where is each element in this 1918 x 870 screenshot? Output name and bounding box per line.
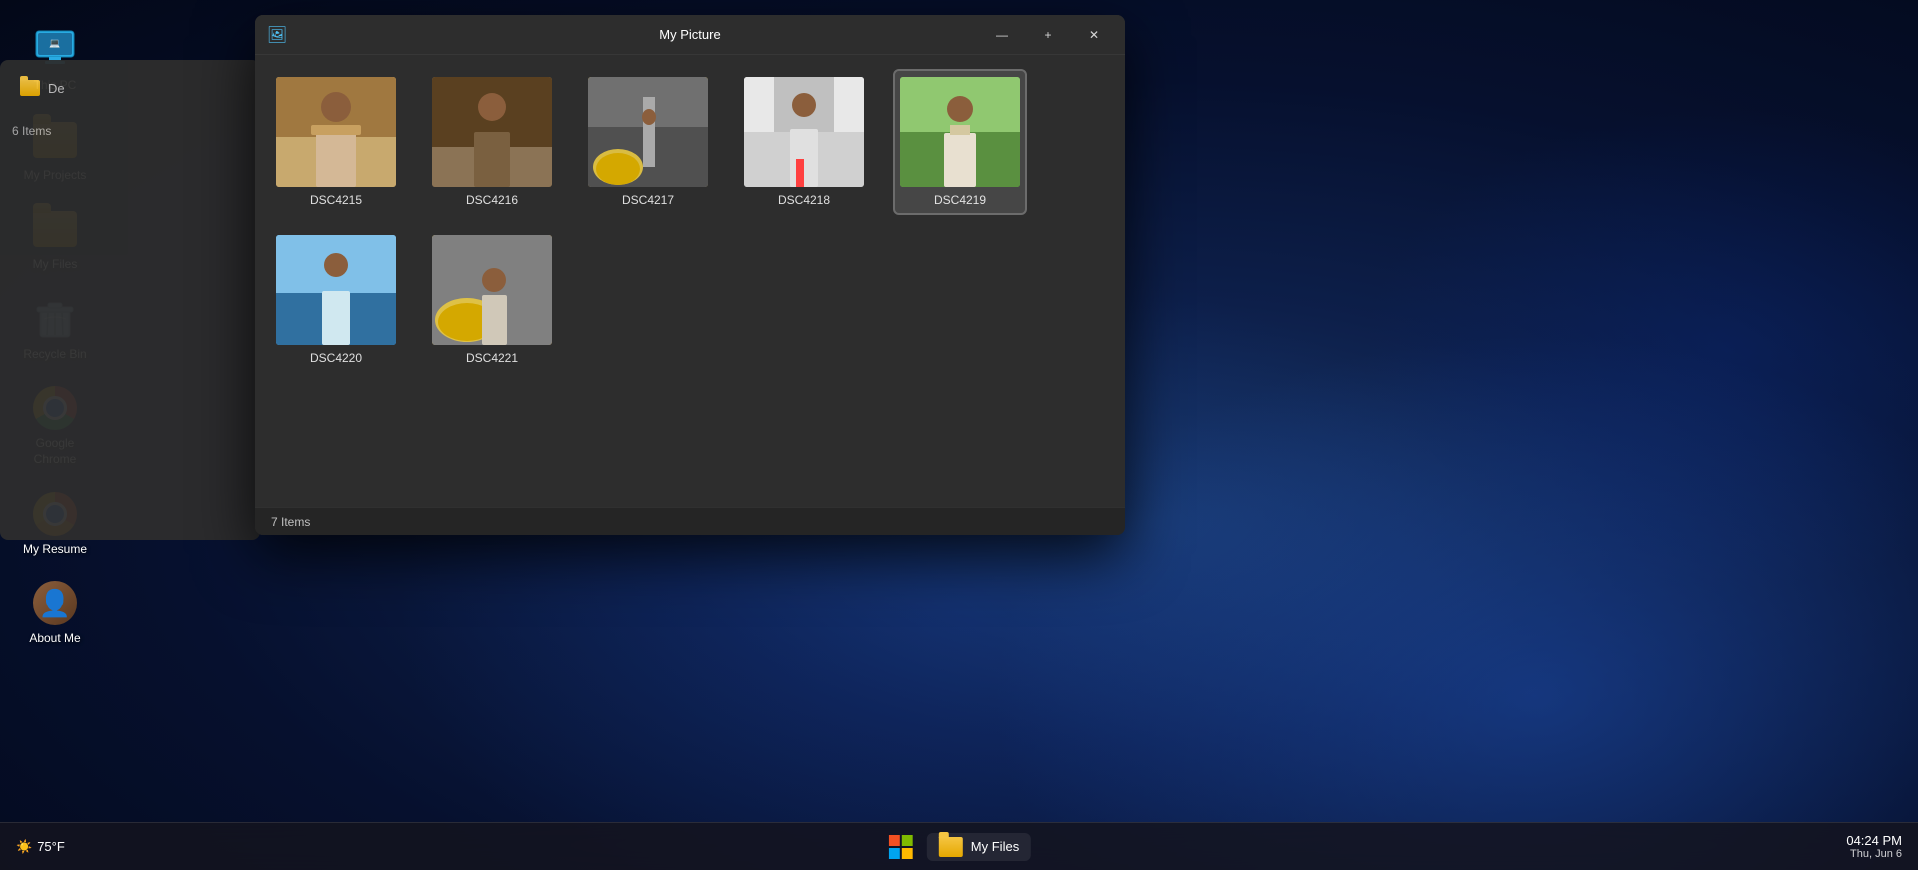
taskbar-my-files[interactable]: My Files [927, 833, 1031, 861]
item-count: 7 Items [271, 515, 310, 529]
photo-name-dsc4215: DSC4215 [310, 193, 362, 207]
svg-text:💻: 💻 [49, 38, 60, 48]
maximize-button[interactable]: + [1025, 19, 1071, 51]
file-explorer-window: 🖼 My Picture — + ✕ [255, 15, 1125, 535]
photo-item-dsc4220[interactable]: DSC4220 [271, 229, 401, 371]
weather-widget[interactable]: ☀️ 75°F [16, 839, 65, 855]
window-title: My Picture [659, 27, 720, 42]
window-controls: — + ✕ [979, 19, 1117, 51]
photo-item-dsc4215[interactable]: DSC4215 [271, 71, 401, 213]
desktop-icon-label: About Me [29, 631, 80, 647]
bg-panel-count: 6 Items [0, 116, 260, 146]
avatar-icon: 👤 [31, 579, 79, 627]
clock[interactable]: 04:24 PM Thu, Jun 6 [1846, 833, 1902, 860]
photo-item-dsc4216[interactable]: DSC4216 [427, 71, 557, 213]
photo-name-dsc4219: DSC4219 [934, 193, 986, 207]
status-bar: 7 Items [255, 507, 1125, 535]
photo-item-dsc4218[interactable]: DSC4218 [739, 71, 869, 213]
taskbar-left: ☀️ 75°F [16, 839, 65, 855]
photo-item-dsc4217[interactable]: DSC4217 [583, 71, 713, 213]
photo-name-dsc4221: DSC4221 [466, 351, 518, 365]
titlebar: 🖼 My Picture — + ✕ [255, 15, 1125, 55]
photo-thumb-dsc4221 [432, 235, 552, 345]
photo-grid: DSC4215 DSC4216 [271, 71, 1109, 371]
photo-name-dsc4218: DSC4218 [778, 193, 830, 207]
taskbar-folder-label: My Files [971, 839, 1019, 854]
taskbar: ☀️ 75°F My Files 04:24 PM Thu, J [0, 822, 1918, 870]
window-icon: 🖼 [267, 25, 287, 45]
taskbar-folder-icon [939, 837, 963, 857]
weather-icon: ☀️ [16, 839, 32, 855]
date-display: Thu, Jun 6 [1846, 848, 1902, 860]
photo-thumb-dsc4218 [744, 77, 864, 187]
close-button[interactable]: ✕ [1071, 19, 1117, 51]
titlebar-left: 🖼 [267, 25, 287, 45]
photo-thumb-dsc4217 [588, 77, 708, 187]
photo-thumb-dsc4215 [276, 77, 396, 187]
photo-name-dsc4217: DSC4217 [622, 193, 674, 207]
photo-thumb-dsc4216 [432, 77, 552, 187]
photo-thumb-dsc4219 [900, 77, 1020, 187]
bg-panel-item[interactable]: De [12, 72, 248, 104]
photo-name-dsc4220: DSC4220 [310, 351, 362, 365]
small-folder-icon [20, 80, 40, 96]
background-panel: De 6 Items [0, 60, 260, 540]
time-display: 04:24 PM [1846, 833, 1902, 848]
taskbar-right: 04:24 PM Thu, Jun 6 [1846, 833, 1902, 860]
photo-item-dsc4221[interactable]: DSC4221 [427, 229, 557, 371]
main-area: DSC4215 DSC4216 [255, 55, 1125, 535]
temperature: 75°F [37, 839, 65, 854]
desktop: 💻 This PC My Projects My Files [0, 0, 1918, 870]
photo-item-dsc4219[interactable]: DSC4219 [895, 71, 1025, 213]
desktop-icon-label: My Resume [23, 542, 87, 558]
taskbar-center: My Files [887, 833, 1031, 861]
photo-name-dsc4216: DSC4216 [466, 193, 518, 207]
windows-start-button[interactable] [887, 833, 915, 861]
minimize-button[interactable]: — [979, 19, 1025, 51]
desktop-icon-about-me[interactable]: 👤 About Me [10, 573, 100, 653]
window-content: DSC4215 DSC4216 [255, 55, 1125, 535]
photo-thumb-dsc4220 [276, 235, 396, 345]
bg-panel-label: De [48, 81, 65, 96]
